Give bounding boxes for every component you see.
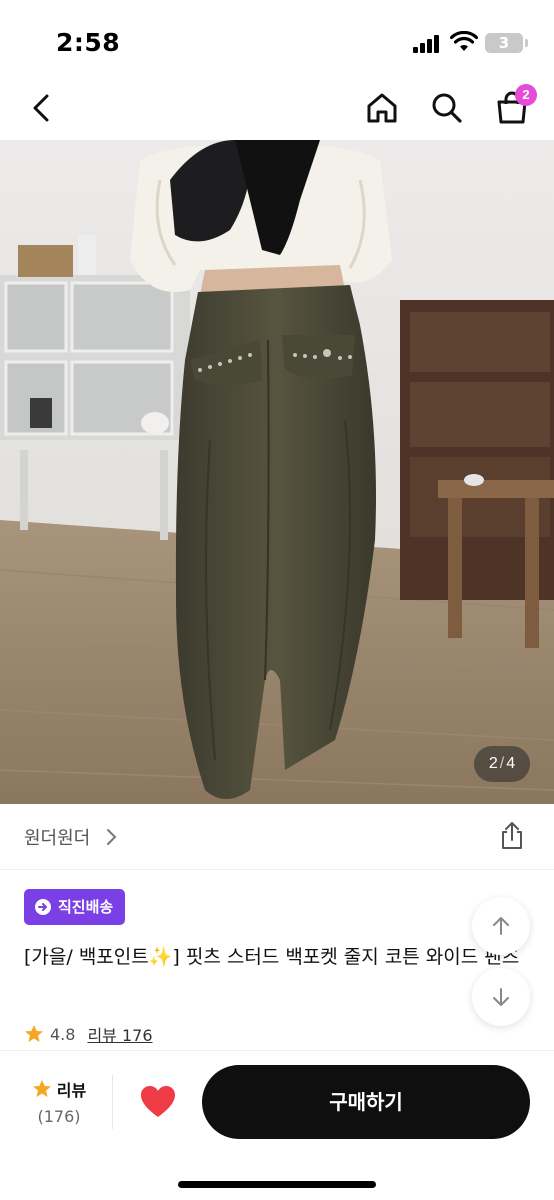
scroll-up-button[interactable]: [472, 897, 530, 955]
rating-score: 4.8: [50, 1024, 76, 1044]
cart-count-badge: 2: [515, 84, 537, 106]
review-summary[interactable]: 리뷰 (176): [24, 1077, 94, 1126]
heart-icon[interactable]: [140, 1085, 176, 1119]
top-nav: [0, 80, 554, 140]
search-icon[interactable]: [427, 88, 467, 128]
divider: [112, 1075, 113, 1129]
product-image[interactable]: [0, 140, 554, 804]
pager-total: 4: [506, 755, 516, 772]
star-icon: [25, 1025, 43, 1042]
review-label: 리뷰: [56, 1081, 87, 1100]
status-time: 2:58: [56, 28, 121, 57]
arrow-up-icon: [493, 917, 509, 935]
home-icon[interactable]: [362, 88, 402, 128]
chevron-right-icon: [107, 829, 117, 845]
battery-level: 3: [498, 34, 510, 52]
product-photo-illustration: [0, 140, 554, 804]
arrow-down-icon: [493, 988, 509, 1006]
pager-separator: /: [499, 755, 505, 772]
review-link[interactable]: 리뷰 176: [87, 1022, 152, 1046]
wifi-icon: [450, 31, 478, 51]
buy-button[interactable]: 구매하기: [202, 1065, 530, 1139]
scroll-down-button[interactable]: [472, 968, 530, 1026]
pager-current: 2: [488, 755, 498, 772]
delivery-badge-label: 직진배송: [58, 898, 114, 916]
direct-delivery-badge: 직진배송: [24, 889, 126, 925]
home-indicator[interactable]: [178, 1181, 376, 1188]
shop-name[interactable]: 원더원더: [24, 824, 90, 850]
product-title: [가을/ 백포인트✨] 핏츠 스터드 백포켓 줄지 코튼 와이드 팬츠: [24, 946, 520, 968]
star-icon: [32, 1080, 51, 1097]
battery-cap: [525, 39, 528, 47]
bottom-action-bar: 리뷰 (176) 구매하기: [0, 1050, 554, 1200]
rating-row: 4.8 리뷰 176: [24, 1022, 153, 1046]
signal-icon: [413, 35, 443, 53]
image-pager: 2/4: [474, 746, 530, 782]
battery-icon: 3: [485, 33, 523, 53]
share-icon[interactable]: [496, 820, 528, 852]
chevron-left-icon[interactable]: [22, 88, 62, 128]
review-count: (176): [37, 1107, 81, 1126]
status-bar: 2:58 3: [0, 0, 554, 80]
delivery-arrow-icon: [35, 899, 51, 915]
shop-row[interactable]: 원더원더: [0, 804, 554, 870]
review-summary-top: 리뷰: [24, 1077, 94, 1101]
